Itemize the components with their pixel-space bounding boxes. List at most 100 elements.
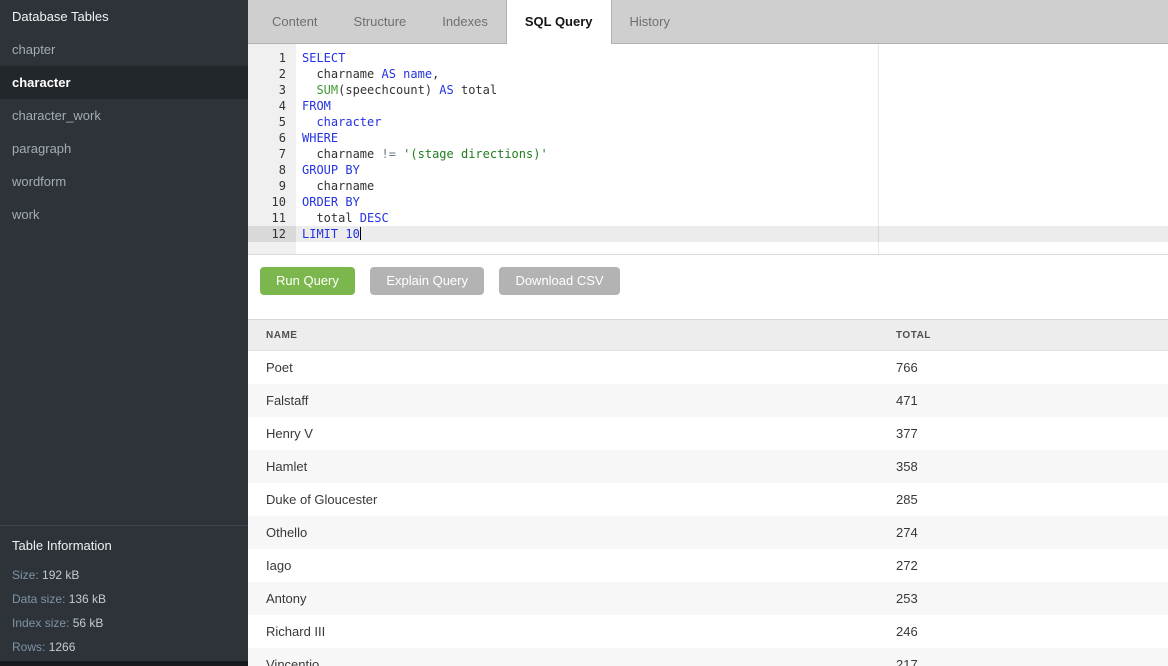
line-code: SELECT <box>296 50 345 66</box>
line-code: SUM(speechcount) AS total <box>296 82 497 98</box>
sql-token: character <box>316 115 381 129</box>
line-code: GROUP BY <box>296 162 360 178</box>
code-line-10: 10ORDER BY <box>248 194 1168 210</box>
table-info-label: Rows: <box>12 640 49 654</box>
line-number: 9 <box>248 178 296 194</box>
sidebar-table-wordform[interactable]: wordform <box>0 165 248 198</box>
sql-token: charname <box>302 67 381 81</box>
line-code: LIMIT 10 <box>296 226 361 242</box>
sidebar-table-chapter[interactable]: chapter <box>0 33 248 66</box>
code-line-11: 11 total DESC <box>248 210 1168 226</box>
table-info-row: Index size: 56 kB <box>12 611 236 635</box>
sidebar-table-character[interactable]: character <box>0 66 248 99</box>
line-number: 1 <box>248 50 296 66</box>
sidebar-table-paragraph[interactable]: paragraph <box>0 132 248 165</box>
sql-token: 10 <box>345 227 359 241</box>
tab-sql-query[interactable]: SQL Query <box>506 0 612 44</box>
table-row: Henry V377 <box>248 417 1168 450</box>
sql-token: (speechcount) <box>338 83 439 97</box>
sql-token: SELECT <box>302 51 345 65</box>
table-row: Iago272 <box>248 549 1168 582</box>
sql-token: '(stage directions)' <box>403 147 548 161</box>
table-row: Hamlet358 <box>248 450 1168 483</box>
sql-editor[interactable]: 1SELECT2 charname AS name,3 SUM(speechco… <box>248 44 1168 255</box>
line-number: 2 <box>248 66 296 82</box>
table-info-label: Size: <box>12 568 42 582</box>
cell-total: 274 <box>896 516 1168 549</box>
line-code: character <box>296 114 381 130</box>
sql-token: , <box>432 67 439 81</box>
cell-name: Hamlet <box>248 450 896 483</box>
cell-name: Vincentio <box>248 648 896 666</box>
line-number: 10 <box>248 194 296 210</box>
code-line-8: 8GROUP BY <box>248 162 1168 178</box>
table-info-label: Data size: <box>12 592 69 606</box>
line-number: 12 <box>248 226 296 242</box>
table-row: Vincentio217 <box>248 648 1168 666</box>
tab-content[interactable]: Content <box>254 0 336 43</box>
cell-name: Poet <box>248 351 896 384</box>
table-info-value: 56 kB <box>73 616 104 630</box>
sidebar-title: Database Tables <box>0 0 248 33</box>
code-line-2: 2 charname AS name, <box>248 66 1168 82</box>
cell-total: 358 <box>896 450 1168 483</box>
download-csv-button[interactable]: Download CSV <box>499 267 619 295</box>
cell-name: Henry V <box>248 417 896 450</box>
table-info-row: Data size: 136 kB <box>12 587 236 611</box>
sidebar-bottom-edge <box>0 661 248 666</box>
sql-token: != <box>381 147 395 161</box>
sql-token: LIMIT <box>302 227 338 241</box>
code-line-4: 4 FROM <box>248 98 1168 114</box>
cell-name: Iago <box>248 549 896 582</box>
line-number: 3 <box>248 82 296 98</box>
table-list: chaptercharactercharacter_workparagraphw… <box>0 33 248 231</box>
editor-print-margin-ruler <box>878 44 879 254</box>
line-code: charname <box>296 178 374 194</box>
sql-token: name <box>403 67 432 81</box>
table-row: Richard III246 <box>248 615 1168 648</box>
cell-total: 253 <box>896 582 1168 615</box>
table-info-value: 192 kB <box>42 568 79 582</box>
cell-name: Duke of Gloucester <box>248 483 896 516</box>
code-line-12: 12LIMIT 10 <box>248 226 1168 242</box>
table-info-row: Size: 192 kB <box>12 563 236 587</box>
table-info-value: 136 kB <box>69 592 106 606</box>
line-number: 4 <box>248 98 296 114</box>
tab-history[interactable]: History <box>612 0 688 43</box>
sql-code: 1SELECT2 charname AS name,3 SUM(speechco… <box>248 44 1168 242</box>
explain-query-button[interactable]: Explain Query <box>370 267 484 295</box>
code-line-7: 7 charname != '(stage directions)' <box>248 146 1168 162</box>
table-row: Duke of Gloucester285 <box>248 483 1168 516</box>
sidebar: Database Tables chaptercharactercharacte… <box>0 0 248 666</box>
sql-token: FROM <box>302 99 331 113</box>
code-line-9: 9 charname <box>248 178 1168 194</box>
sql-token: DESC <box>360 211 389 225</box>
tab-structure[interactable]: Structure <box>336 0 425 43</box>
sql-token: charname <box>302 179 374 193</box>
run-query-button[interactable]: Run Query <box>260 267 355 295</box>
cell-total: 377 <box>896 417 1168 450</box>
line-code: charname != '(stage directions)' <box>296 146 548 162</box>
code-line-5: 5 character <box>248 114 1168 130</box>
tab-indexes[interactable]: Indexes <box>424 0 506 43</box>
text-cursor <box>360 227 361 240</box>
table-row: Othello274 <box>248 516 1168 549</box>
sidebar-table-character_work[interactable]: character_work <box>0 99 248 132</box>
table-info-value: 1266 <box>49 640 76 654</box>
tab-bar: ContentStructureIndexesSQL QueryHistory <box>248 0 1168 44</box>
table-information-panel: Table Information Size: 192 kBData size:… <box>0 525 248 661</box>
cell-total: 285 <box>896 483 1168 516</box>
sql-token <box>302 83 316 97</box>
line-code: charname AS name, <box>296 66 439 82</box>
code-line-6: 6WHERE <box>248 130 1168 146</box>
column-header-total: TOTAL <box>896 320 1168 351</box>
sidebar-table-work[interactable]: work <box>0 198 248 231</box>
main-panel: ContentStructureIndexesSQL QueryHistory … <box>248 0 1168 666</box>
line-number: 6 <box>248 130 296 146</box>
sql-token: GROUP BY <box>302 163 360 177</box>
cell-name: Antony <box>248 582 896 615</box>
sql-token <box>302 115 316 129</box>
table-row: Falstaff471 <box>248 384 1168 417</box>
cell-total: 272 <box>896 549 1168 582</box>
query-toolbar: Run Query Explain Query Download CSV <box>248 255 1168 307</box>
